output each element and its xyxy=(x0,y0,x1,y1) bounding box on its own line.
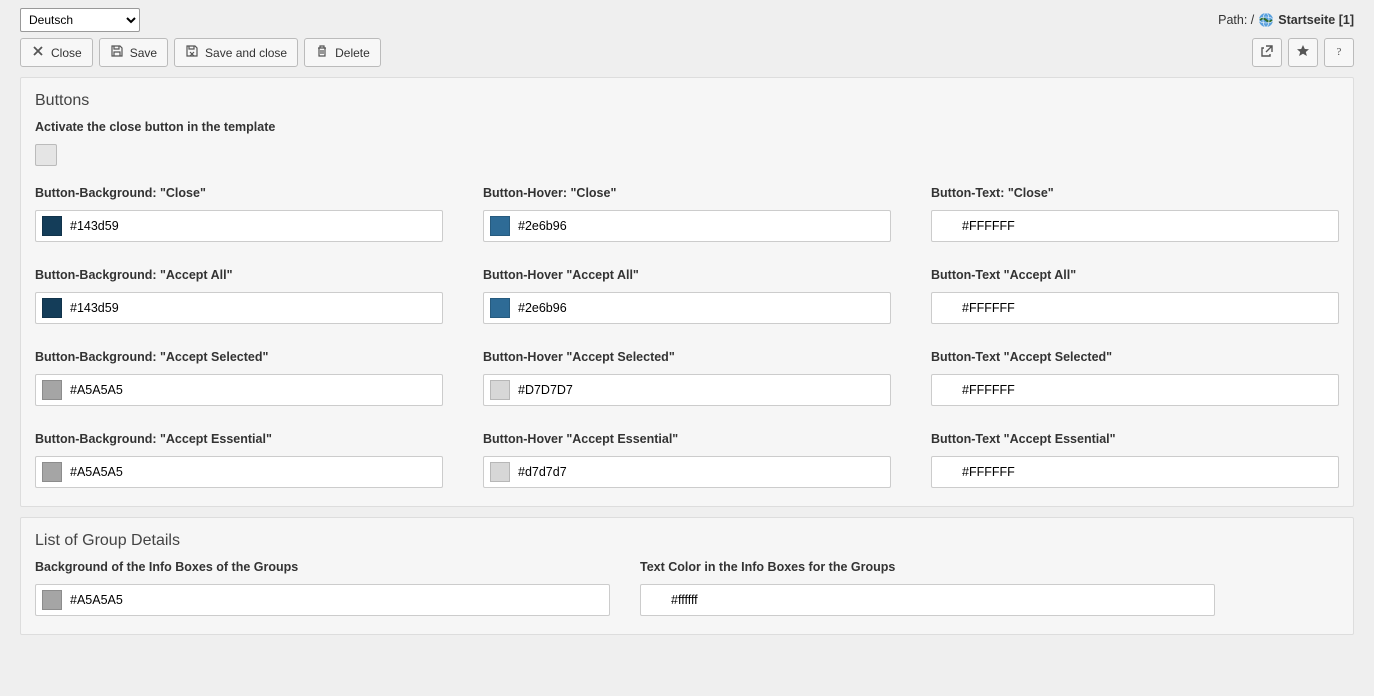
button-hover-row2-field[interactable] xyxy=(483,374,891,406)
button-bg-row0-label: Button-Background: "Close" xyxy=(35,186,443,200)
color-swatch xyxy=(42,216,62,236)
group-text-label: Text Color in the Info Boxes for the Gro… xyxy=(640,560,1215,574)
page-title: Startseite [1] xyxy=(1278,13,1354,27)
button-hover-row3-input[interactable] xyxy=(518,465,884,479)
button-bg-row1-label: Button-Background: "Accept All" xyxy=(35,268,443,282)
help-icon: ? xyxy=(1332,44,1346,61)
button-hover-row1-label: Button-Hover "Accept All" xyxy=(483,268,891,282)
save-label: Save xyxy=(130,46,157,60)
button-hover-row2-input[interactable] xyxy=(518,383,884,397)
color-swatch xyxy=(490,380,510,400)
svg-text:?: ? xyxy=(1337,46,1342,58)
button-text-row2-field[interactable] xyxy=(931,374,1339,406)
star-icon xyxy=(1296,44,1310,61)
color-swatch xyxy=(490,298,510,318)
button-bg-row2-input[interactable] xyxy=(70,383,436,397)
button-hover-row0-input[interactable] xyxy=(518,219,884,233)
activate-close-label: Activate the close button in the templat… xyxy=(35,120,1339,134)
color-swatch xyxy=(42,380,62,400)
button-bg-row2-field[interactable] xyxy=(35,374,443,406)
button-bg-row1-input[interactable] xyxy=(70,301,436,315)
button-hover-row1-field[interactable] xyxy=(483,292,891,324)
button-text-row3-input[interactable] xyxy=(962,465,1332,479)
button-text-row1-field[interactable] xyxy=(931,292,1339,324)
globe-icon xyxy=(1258,12,1274,28)
save-icon xyxy=(110,44,124,61)
button-text-row0-field[interactable] xyxy=(931,210,1339,242)
button-bg-row3-label: Button-Background: "Accept Essential" xyxy=(35,432,443,446)
external-link-icon xyxy=(1260,44,1274,61)
help-button[interactable]: ? xyxy=(1324,38,1354,67)
button-text-row2-input[interactable] xyxy=(962,383,1332,397)
color-swatch xyxy=(42,462,62,482)
activate-close-checkbox[interactable] xyxy=(35,144,57,166)
button-bg-row3-field[interactable] xyxy=(35,456,443,488)
color-swatch xyxy=(42,298,62,318)
button-bg-row0-field[interactable] xyxy=(35,210,443,242)
delete-label: Delete xyxy=(335,46,370,60)
button-bg-row2-label: Button-Background: "Accept Selected" xyxy=(35,350,443,364)
trash-icon xyxy=(315,44,329,61)
breadcrumb: Path: / Startseite [1] xyxy=(1218,12,1354,28)
close-label: Close xyxy=(51,46,82,60)
buttons-panel: Buttons Activate the close button in the… xyxy=(20,77,1354,507)
color-swatch xyxy=(42,590,62,610)
button-text-row0-label: Button-Text: "Close" xyxy=(931,186,1339,200)
buttons-panel-title: Buttons xyxy=(35,92,1339,110)
path-prefix: Path: / xyxy=(1218,13,1254,27)
close-button[interactable]: Close xyxy=(20,38,93,67)
button-bg-row3-input[interactable] xyxy=(70,465,436,479)
color-swatch xyxy=(490,462,510,482)
button-text-row3-label: Button-Text "Accept Essential" xyxy=(931,432,1339,446)
group-text-input[interactable] xyxy=(671,593,1208,607)
button-text-row0-input[interactable] xyxy=(962,219,1332,233)
favorite-button[interactable] xyxy=(1288,38,1318,67)
button-hover-row2-label: Button-Hover "Accept Selected" xyxy=(483,350,891,364)
color-swatch xyxy=(490,216,510,236)
group-bg-field[interactable] xyxy=(35,584,610,616)
group-details-panel: List of Group Details Background of the … xyxy=(20,517,1354,635)
button-text-row1-label: Button-Text "Accept All" xyxy=(931,268,1339,282)
group-text-field[interactable] xyxy=(640,584,1215,616)
group-panel-title: List of Group Details xyxy=(35,532,1339,550)
close-icon xyxy=(31,44,45,61)
save-close-label: Save and close xyxy=(205,46,287,60)
button-hover-row3-field[interactable] xyxy=(483,456,891,488)
button-text-row1-input[interactable] xyxy=(962,301,1332,315)
group-bg-label: Background of the Info Boxes of the Grou… xyxy=(35,560,610,574)
language-select[interactable]: Deutsch xyxy=(20,8,140,32)
save-button[interactable]: Save xyxy=(99,38,168,67)
group-bg-input[interactable] xyxy=(70,593,603,607)
button-text-row3-field[interactable] xyxy=(931,456,1339,488)
delete-button[interactable]: Delete xyxy=(304,38,381,67)
button-bg-row0-input[interactable] xyxy=(70,219,436,233)
button-hover-row3-label: Button-Hover "Accept Essential" xyxy=(483,432,891,446)
button-hover-row0-label: Button-Hover: "Close" xyxy=(483,186,891,200)
button-bg-row1-field[interactable] xyxy=(35,292,443,324)
save-close-icon xyxy=(185,44,199,61)
button-hover-row1-input[interactable] xyxy=(518,301,884,315)
button-text-row2-label: Button-Text "Accept Selected" xyxy=(931,350,1339,364)
save-close-button[interactable]: Save and close xyxy=(174,38,298,67)
open-external-button[interactable] xyxy=(1252,38,1282,67)
button-hover-row0-field[interactable] xyxy=(483,210,891,242)
